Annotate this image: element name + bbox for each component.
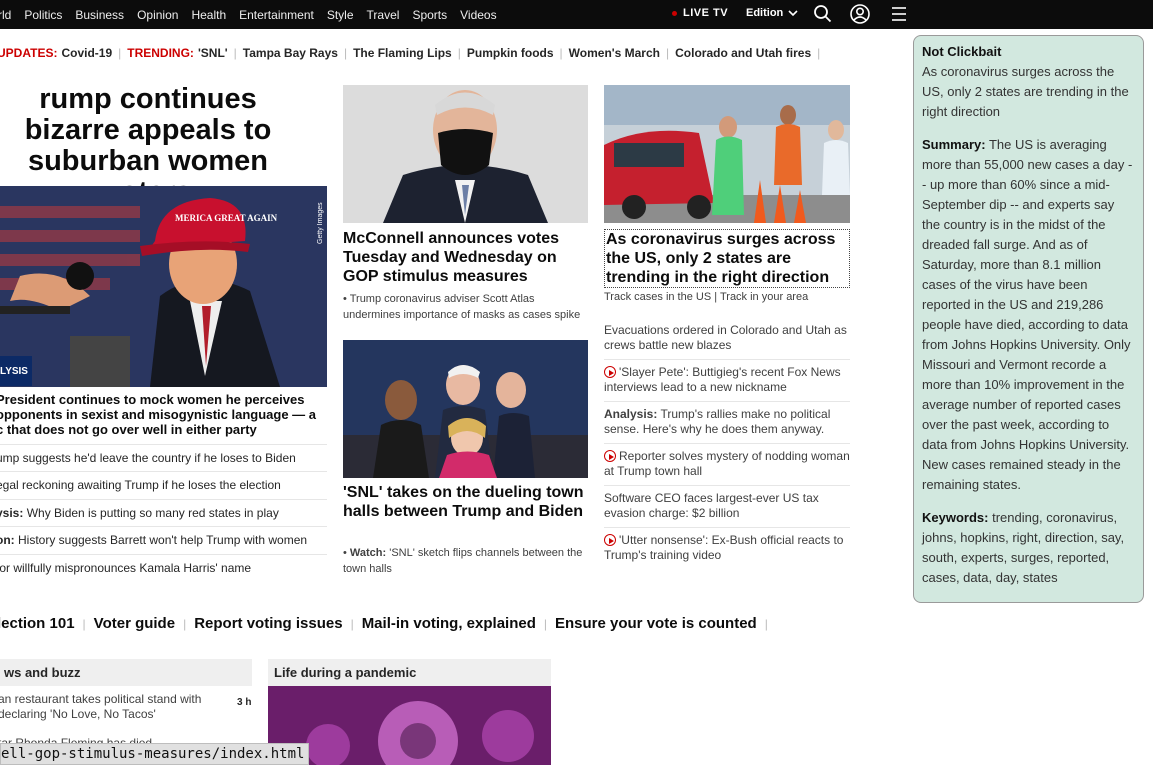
track-area-link[interactable]: Track in your area xyxy=(720,291,808,303)
account-icon[interactable] xyxy=(849,3,871,25)
edition-menu[interactable]: Edition xyxy=(746,7,799,19)
updates-label: UPDATES: xyxy=(0,46,58,60)
nav-link-sports[interactable]: Sports xyxy=(412,8,447,22)
mcconnell-image[interactable] xyxy=(343,85,588,223)
pandemic-header: Life during a pandemic xyxy=(268,659,551,686)
nav-link-world[interactable]: rld xyxy=(0,8,11,22)
section-nav: rld Politics Business Opinion Health Ent… xyxy=(0,0,510,29)
list-item[interactable]: ump suggests he'd leave the country if h… xyxy=(0,444,327,471)
report-voting-issues-link[interactable]: Report voting issues xyxy=(194,615,342,632)
nav-link-business[interactable]: Business xyxy=(75,8,124,22)
video-play-icon xyxy=(604,366,616,378)
video-play-icon xyxy=(604,450,616,462)
list-item[interactable]: Analysis: Trump's rallies make no politi… xyxy=(604,402,850,444)
snl-bullet[interactable]: • Watch: 'SNL' sketch flips channels bet… xyxy=(343,545,583,577)
nav-link-health[interactable]: Health xyxy=(191,8,226,22)
lead-related-list: ump suggests he'd leave the country if h… xyxy=(0,444,327,581)
nav-link-videos[interactable]: Videos xyxy=(460,8,496,22)
mcconnell-headline[interactable]: McConnell announces votes Tuesday and We… xyxy=(343,229,588,286)
watch-label: Watch: xyxy=(349,547,387,559)
trending-label: TRENDING: xyxy=(127,46,194,60)
list-item[interactable]: Evacuations ordered in Colorado and Utah… xyxy=(604,318,850,360)
mcconnell-photo xyxy=(343,85,588,223)
search-icon[interactable] xyxy=(812,3,834,25)
trending-link-rays[interactable]: Tampa Bay Rays xyxy=(243,46,338,60)
trump-photo: MERICA GREAT AGAIN Getty Images xyxy=(0,186,327,387)
snl-headline[interactable]: 'SNL' takes on the dueling town halls be… xyxy=(343,483,593,521)
pandemic-image[interactable] xyxy=(268,686,551,765)
lead-image[interactable]: MERICA GREAT AGAIN Getty Images xyxy=(0,186,327,387)
hat-text: MERICA GREAT AGAIN xyxy=(175,213,278,223)
live-tv-label: LIVE TV xyxy=(683,7,729,19)
list-item[interactable]: ysis: Why Biden is putting so many red s… xyxy=(0,498,327,526)
panel-title: Not Clickbait xyxy=(922,44,1002,59)
list-item[interactable]: on: History suggests Barrett won't help … xyxy=(0,526,327,553)
election-101-link[interactable]: lection 101 xyxy=(0,615,75,632)
trending-link-pumpkin[interactable]: Pumpkin foods xyxy=(467,46,554,60)
not-clickbait-panel: Not Clickbait As coronavirus surges acro… xyxy=(913,35,1144,603)
nav-link-travel[interactable]: Travel xyxy=(367,8,400,22)
mcconnell-bullet[interactable]: • Trump coronavirus adviser Scott Atlas … xyxy=(343,291,593,323)
right-related-list: Evacuations ordered in Colorado and Utah… xyxy=(604,318,850,570)
snl-photo xyxy=(343,340,588,478)
coronavirus-headline[interactable]: As coronavirus surges across the US, onl… xyxy=(604,229,850,288)
edition-label: Edition xyxy=(746,7,784,19)
mail-in-voting-link[interactable]: Mail-in voting, explained xyxy=(362,615,536,632)
video-play-icon xyxy=(604,534,616,546)
timestamp: 3 h xyxy=(237,697,252,708)
track-cases-us-link[interactable]: Track cases in the US xyxy=(604,291,711,303)
top-nav-bar: rld Politics Business Opinion Health Ent… xyxy=(0,0,1153,29)
list-item[interactable]: an restaurant takes political stand with… xyxy=(0,692,213,722)
list-item[interactable]: tor willfully mispronounces Kamala Harri… xyxy=(0,553,327,581)
trending-link-flaming-lips[interactable]: The Flaming Lips xyxy=(353,46,452,60)
panel-keywords: Keywords: trending, coronavirus, johns, … xyxy=(922,510,1125,585)
trending-link-covid[interactable]: Covid-19 xyxy=(61,46,112,60)
list-item[interactable]: egal reckoning awaiting Trump if he lose… xyxy=(0,471,327,498)
list-item[interactable]: Reporter solves mystery of nodding woman… xyxy=(604,444,850,486)
voter-guide-link[interactable]: Voter guide xyxy=(94,615,175,632)
coronavirus-image[interactable] xyxy=(604,85,850,223)
list-item[interactable]: Software CEO faces largest-ever US tax e… xyxy=(604,486,850,528)
testing-site-photo xyxy=(604,85,850,223)
chevron-down-icon xyxy=(788,10,798,17)
trending-link-fires[interactable]: Colorado and Utah fires xyxy=(675,46,811,60)
menu-icon[interactable] xyxy=(888,3,910,25)
nav-link-opinion[interactable]: Opinion xyxy=(137,8,178,22)
trending-link-snl[interactable]: 'SNL' xyxy=(198,46,228,60)
status-bar-url: ell-gop-stimulus-measures/index.html xyxy=(0,743,310,765)
analysis-tag: LYSIS xyxy=(0,356,32,386)
trending-bar: UPDATES: Covid-19 | TRENDING: 'SNL' | Ta… xyxy=(0,46,826,60)
image-credit: Getty Images xyxy=(317,202,324,244)
nav-link-politics[interactable]: Politics xyxy=(24,8,62,22)
live-dot-icon xyxy=(672,10,677,16)
panel-summary: Summary: The US is averaging more than 5… xyxy=(922,137,1133,492)
panel-headline: As coronavirus surges across the US, onl… xyxy=(922,64,1129,119)
list-item[interactable]: 'Slayer Pete': Buttigieg's recent Fox Ne… xyxy=(604,360,850,402)
concert-photo xyxy=(268,686,551,765)
election-links-bar: lection 101 | Voter guide | Report votin… xyxy=(0,615,776,632)
live-tv-link[interactable]: LIVE TV xyxy=(672,7,728,19)
news-buzz-header: ws and buzz xyxy=(0,659,252,686)
nav-link-style[interactable]: Style xyxy=(327,8,354,22)
lead-subhead[interactable]: President continues to mock women he per… xyxy=(0,392,326,437)
nav-link-entertainment[interactable]: Entertainment xyxy=(239,8,314,22)
ensure-vote-counted-link[interactable]: Ensure your vote is counted xyxy=(555,615,757,632)
snl-image[interactable] xyxy=(343,340,588,478)
list-item[interactable]: 'Utter nonsense': Ex-Bush official react… xyxy=(604,528,850,570)
track-cases-links: Track cases in the US | Track in your ar… xyxy=(604,291,809,303)
trending-link-womens-march[interactable]: Women's March xyxy=(569,46,660,60)
